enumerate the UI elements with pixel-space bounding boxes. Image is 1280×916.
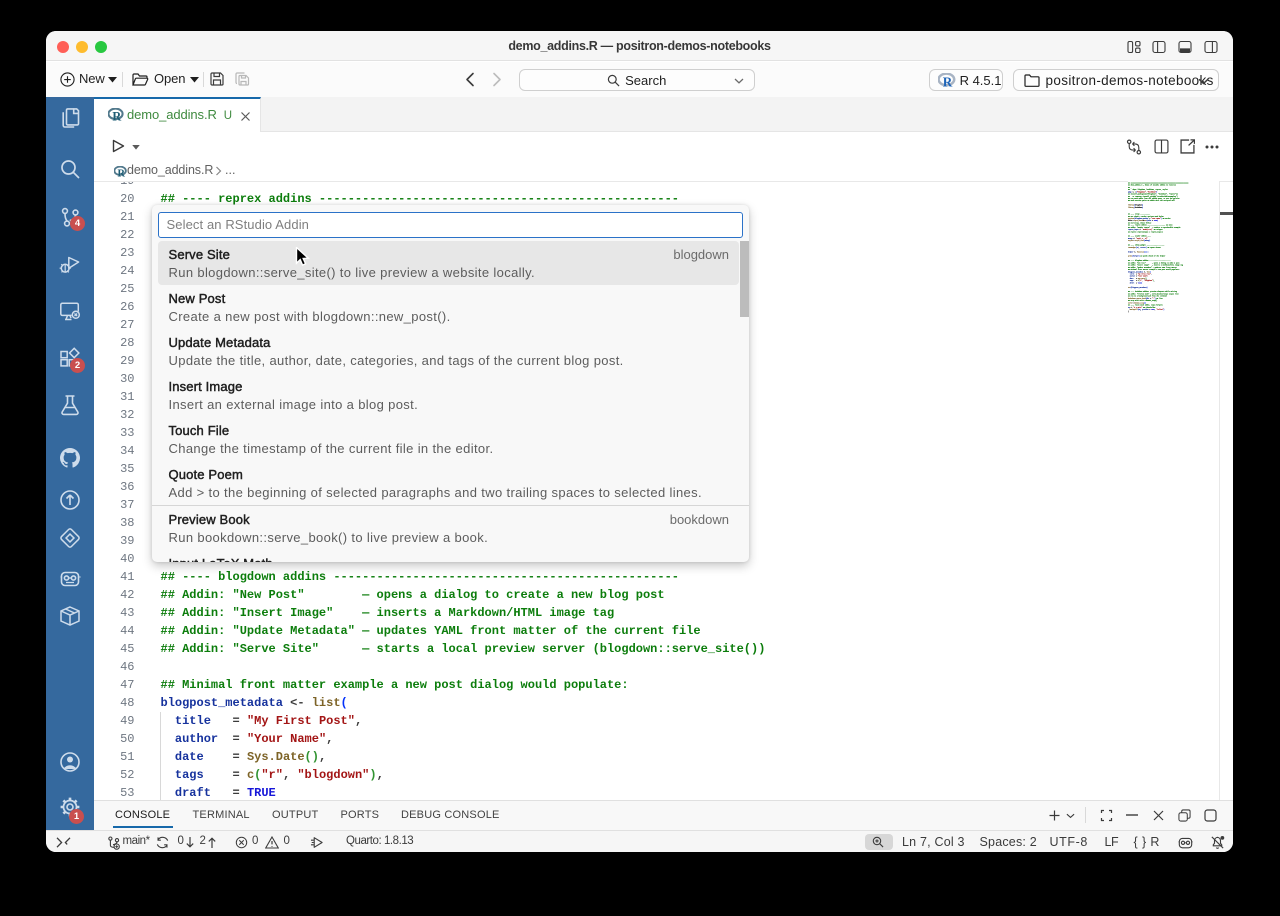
svg-text:R: R bbox=[943, 74, 953, 88]
svg-text:R: R bbox=[112, 110, 121, 122]
svg-text:R: R bbox=[118, 168, 126, 177]
